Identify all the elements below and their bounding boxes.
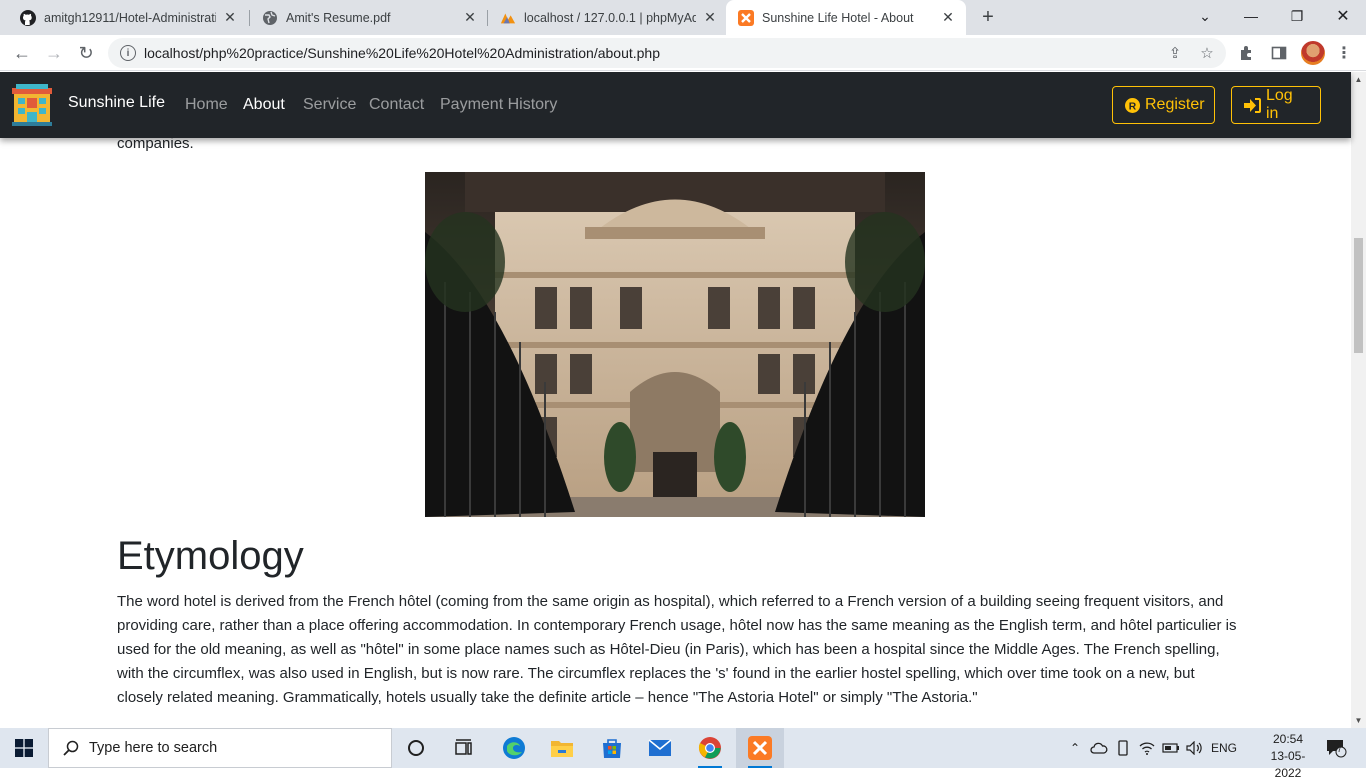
tab-resume[interactable]: Amit's Resume.pdf ✕ xyxy=(250,0,488,35)
registered-icon: R xyxy=(1125,97,1140,113)
wifi-icon[interactable] xyxy=(1136,728,1158,768)
notification-count: 7 xyxy=(1337,744,1343,754)
volume-icon[interactable] xyxy=(1184,728,1206,768)
show-hidden-icons-chevron-icon[interactable]: ⌃ xyxy=(1064,728,1086,768)
phpmyadmin-icon xyxy=(500,10,516,26)
taskbar-search-box[interactable]: Type here to search xyxy=(48,728,392,768)
xampp-icon xyxy=(738,9,754,26)
close-tab-icon[interactable]: ✕ xyxy=(222,9,238,26)
login-button[interactable]: Log in xyxy=(1231,86,1321,124)
address-bar[interactable]: i localhost/php%20practice/Sunshine%20Li… xyxy=(108,38,1226,68)
register-label: Register xyxy=(1145,96,1205,113)
onedrive-cloud-icon[interactable] xyxy=(1088,728,1110,768)
close-tab-icon[interactable]: ✕ xyxy=(940,9,956,26)
chrome-icon[interactable] xyxy=(686,728,734,768)
profile-avatar[interactable] xyxy=(1301,41,1325,65)
brand-name[interactable]: Sunshine Life xyxy=(68,94,165,112)
device-icon[interactable] xyxy=(1112,728,1134,768)
nav-about[interactable]: About xyxy=(243,96,285,114)
forward-arrow-icon[interactable]: → xyxy=(40,39,68,67)
battery-icon[interactable] xyxy=(1160,728,1182,768)
reload-icon[interactable]: ↻ xyxy=(72,39,100,67)
windows-taskbar: Type here to search ⌃ ENG 20:54 13-05-20… xyxy=(0,728,1366,780)
minimize-button[interactable]: — xyxy=(1228,0,1274,32)
tab-title: Amit's Resume.pdf xyxy=(286,10,391,25)
nav-service[interactable]: Service xyxy=(303,96,356,114)
restore-button[interactable]: ❐ xyxy=(1274,0,1320,32)
clock-time: 20:54 xyxy=(1272,732,1304,746)
side-panel-icon[interactable] xyxy=(1269,43,1289,63)
browser-toolbar: ← → ↻ i localhost/php%20practice/Sunshin… xyxy=(0,35,1366,71)
close-tab-icon[interactable]: ✕ xyxy=(702,9,718,26)
start-button[interactable] xyxy=(0,728,48,768)
more-menu-icon[interactable]: ⋮ xyxy=(1334,43,1354,63)
microsoft-store-icon[interactable] xyxy=(588,728,636,768)
mail-icon[interactable] xyxy=(636,728,684,768)
hotel-logo-icon[interactable] xyxy=(12,84,52,126)
hotel-building-image xyxy=(425,172,925,517)
register-button[interactable]: R Register xyxy=(1112,86,1215,124)
new-tab-button[interactable]: + xyxy=(976,5,1000,29)
nav-payment-history[interactable]: Payment History xyxy=(440,96,557,114)
tab-phpmyadmin[interactable]: localhost / 127.0.0.1 | phpMyAdm ✕ xyxy=(488,0,728,35)
task-view-icon[interactable] xyxy=(440,728,488,768)
windows-logo-icon xyxy=(15,739,33,757)
scrollbar-thumb[interactable] xyxy=(1354,238,1363,353)
language-indicator[interactable]: ENG xyxy=(1208,728,1240,768)
nav-contact[interactable]: Contact xyxy=(369,96,424,114)
site-info-icon[interactable]: i xyxy=(120,45,136,61)
system-clock[interactable]: 20:54 13-05-2022 xyxy=(1258,731,1318,782)
sign-in-icon xyxy=(1244,97,1261,113)
scroll-up-arrow-icon[interactable]: ▲ xyxy=(1351,72,1366,87)
etymology-heading: Etymology xyxy=(117,534,304,578)
tab-search-chevron-icon[interactable]: ⌄ xyxy=(1182,0,1228,32)
cortana-icon[interactable] xyxy=(392,728,440,768)
page-viewport: Sunshine Life Home About Service Contact… xyxy=(0,72,1366,728)
nav-home[interactable]: Home xyxy=(185,96,228,114)
site-navbar: Sunshine Life Home About Service Contact… xyxy=(0,72,1351,138)
search-placeholder: Type here to search xyxy=(89,740,218,756)
notifications-icon[interactable]: 7 xyxy=(1318,728,1354,768)
clock-date: 13-05-2022 xyxy=(1270,749,1306,780)
bookmark-star-icon[interactable]: ☆ xyxy=(1198,44,1216,62)
etymology-paragraph: The word hotel is derived from the Frenc… xyxy=(117,593,1237,706)
xampp-taskbar-icon[interactable] xyxy=(736,728,784,768)
url-text: localhost/php%20practice/Sunshine%20Life… xyxy=(144,45,661,61)
search-icon xyxy=(63,740,79,756)
close-tab-icon[interactable]: ✕ xyxy=(462,9,478,26)
file-explorer-icon[interactable] xyxy=(538,728,586,768)
back-arrow-icon[interactable]: ← xyxy=(8,39,36,67)
scroll-down-arrow-icon[interactable]: ▼ xyxy=(1351,713,1366,728)
login-label: Log in xyxy=(1266,87,1293,122)
page-scrollbar[interactable]: ▲ ▼ xyxy=(1351,72,1366,728)
tab-github[interactable]: amitgh12911/Hotel-Administrati ✕ xyxy=(8,0,248,35)
browser-tab-strip: amitgh12911/Hotel-Administrati ✕ Amit's … xyxy=(0,0,1366,35)
tab-title: Sunshine Life Hotel - About xyxy=(762,10,914,25)
edge-icon[interactable] xyxy=(490,728,538,768)
tab-sunshine-about[interactable]: Sunshine Life Hotel - About ✕ xyxy=(726,0,966,35)
extensions-puzzle-icon[interactable] xyxy=(1237,43,1257,63)
share-icon[interactable]: ⇪ xyxy=(1166,44,1184,62)
close-window-button[interactable]: ✕ xyxy=(1320,0,1366,32)
svg-text:R: R xyxy=(1129,101,1137,112)
globe-icon xyxy=(262,10,278,26)
github-icon xyxy=(20,9,36,26)
tab-title: amitgh12911/Hotel-Administrati xyxy=(44,10,216,25)
tab-title: localhost / 127.0.0.1 | phpMyAdm xyxy=(524,10,696,25)
